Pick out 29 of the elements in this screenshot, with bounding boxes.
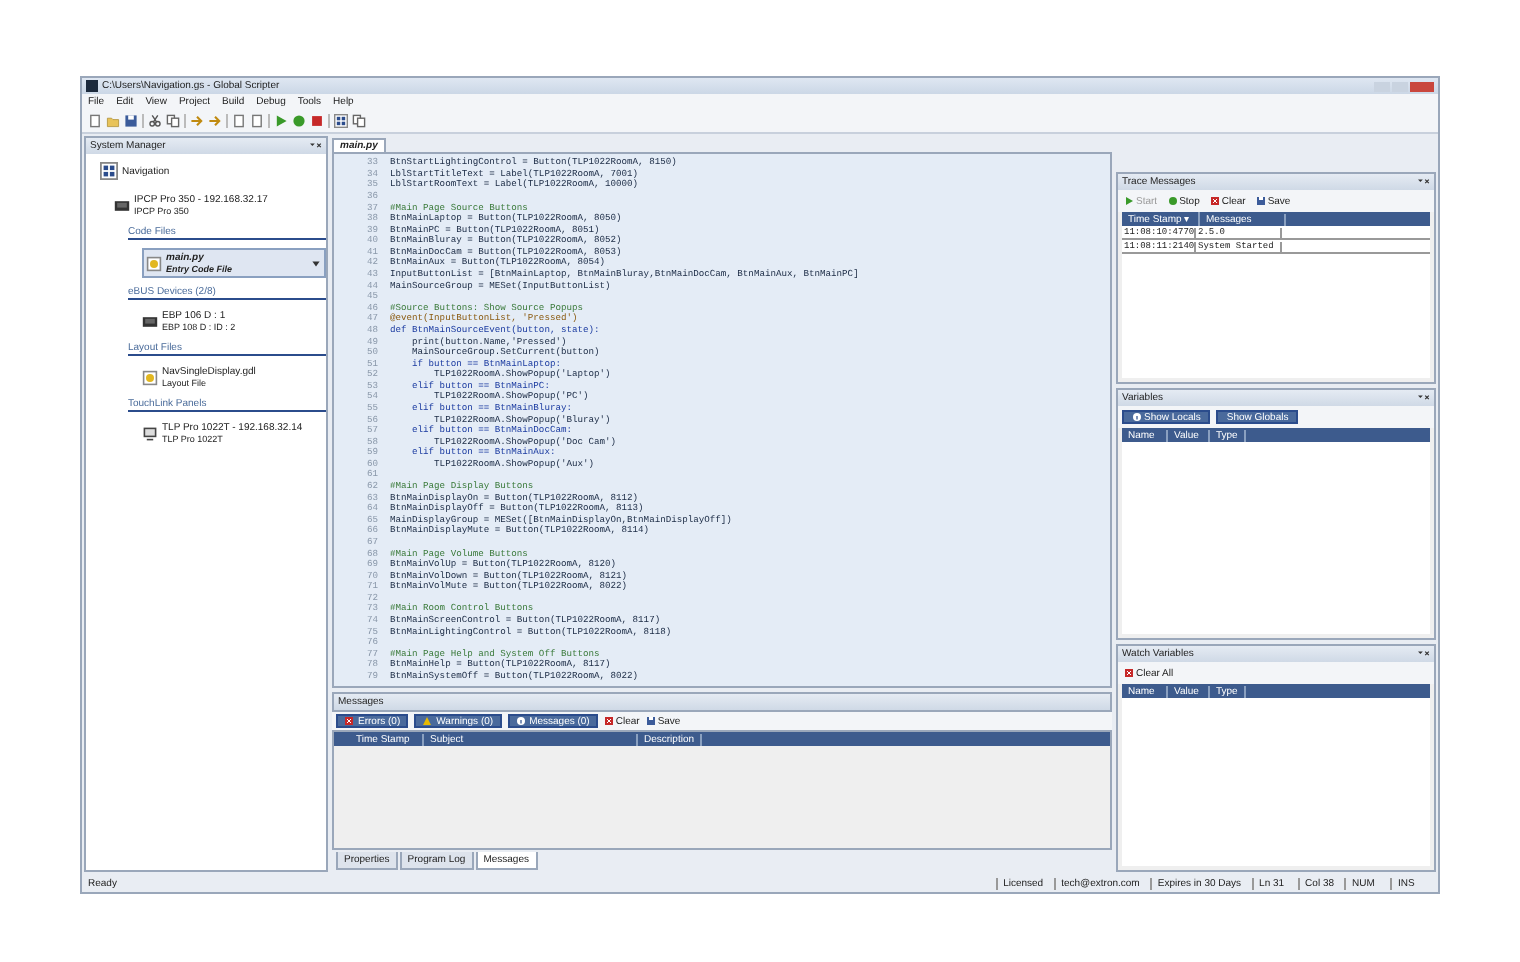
minimize-button[interactable]: [1374, 81, 1390, 91]
arrow-icon: [190, 114, 204, 128]
maximize-button[interactable]: [1392, 81, 1408, 91]
play-icon: [1124, 196, 1134, 206]
circle-icon: [1167, 196, 1178, 206]
clear-icon: [1124, 668, 1134, 678]
pin-close-icon: [1418, 392, 1430, 404]
close-button[interactable]: [1410, 81, 1434, 91]
file-icon: [146, 255, 162, 271]
stop-icon: [310, 114, 324, 128]
folder-icon: [106, 114, 120, 128]
warning-icon: [422, 716, 433, 726]
save-icon: [1255, 196, 1266, 206]
device-icon: [114, 197, 130, 213]
info-icon: [1132, 412, 1142, 422]
app-icon: [86, 80, 98, 92]
caret-icon: [310, 257, 322, 269]
scissors-icon: [148, 114, 162, 128]
device-icon: [142, 425, 158, 441]
circle-icon: [292, 114, 306, 128]
clear-icon: [1209, 196, 1220, 206]
grid-icon: [100, 162, 118, 180]
pin-close-icon: [310, 140, 322, 152]
pin-close-icon: [1418, 648, 1430, 660]
device-icon: [142, 313, 158, 329]
play-icon: [274, 114, 288, 128]
pin-close-icon: [1418, 176, 1430, 188]
file-icon: [142, 369, 158, 385]
arrow-icon: [208, 114, 222, 128]
